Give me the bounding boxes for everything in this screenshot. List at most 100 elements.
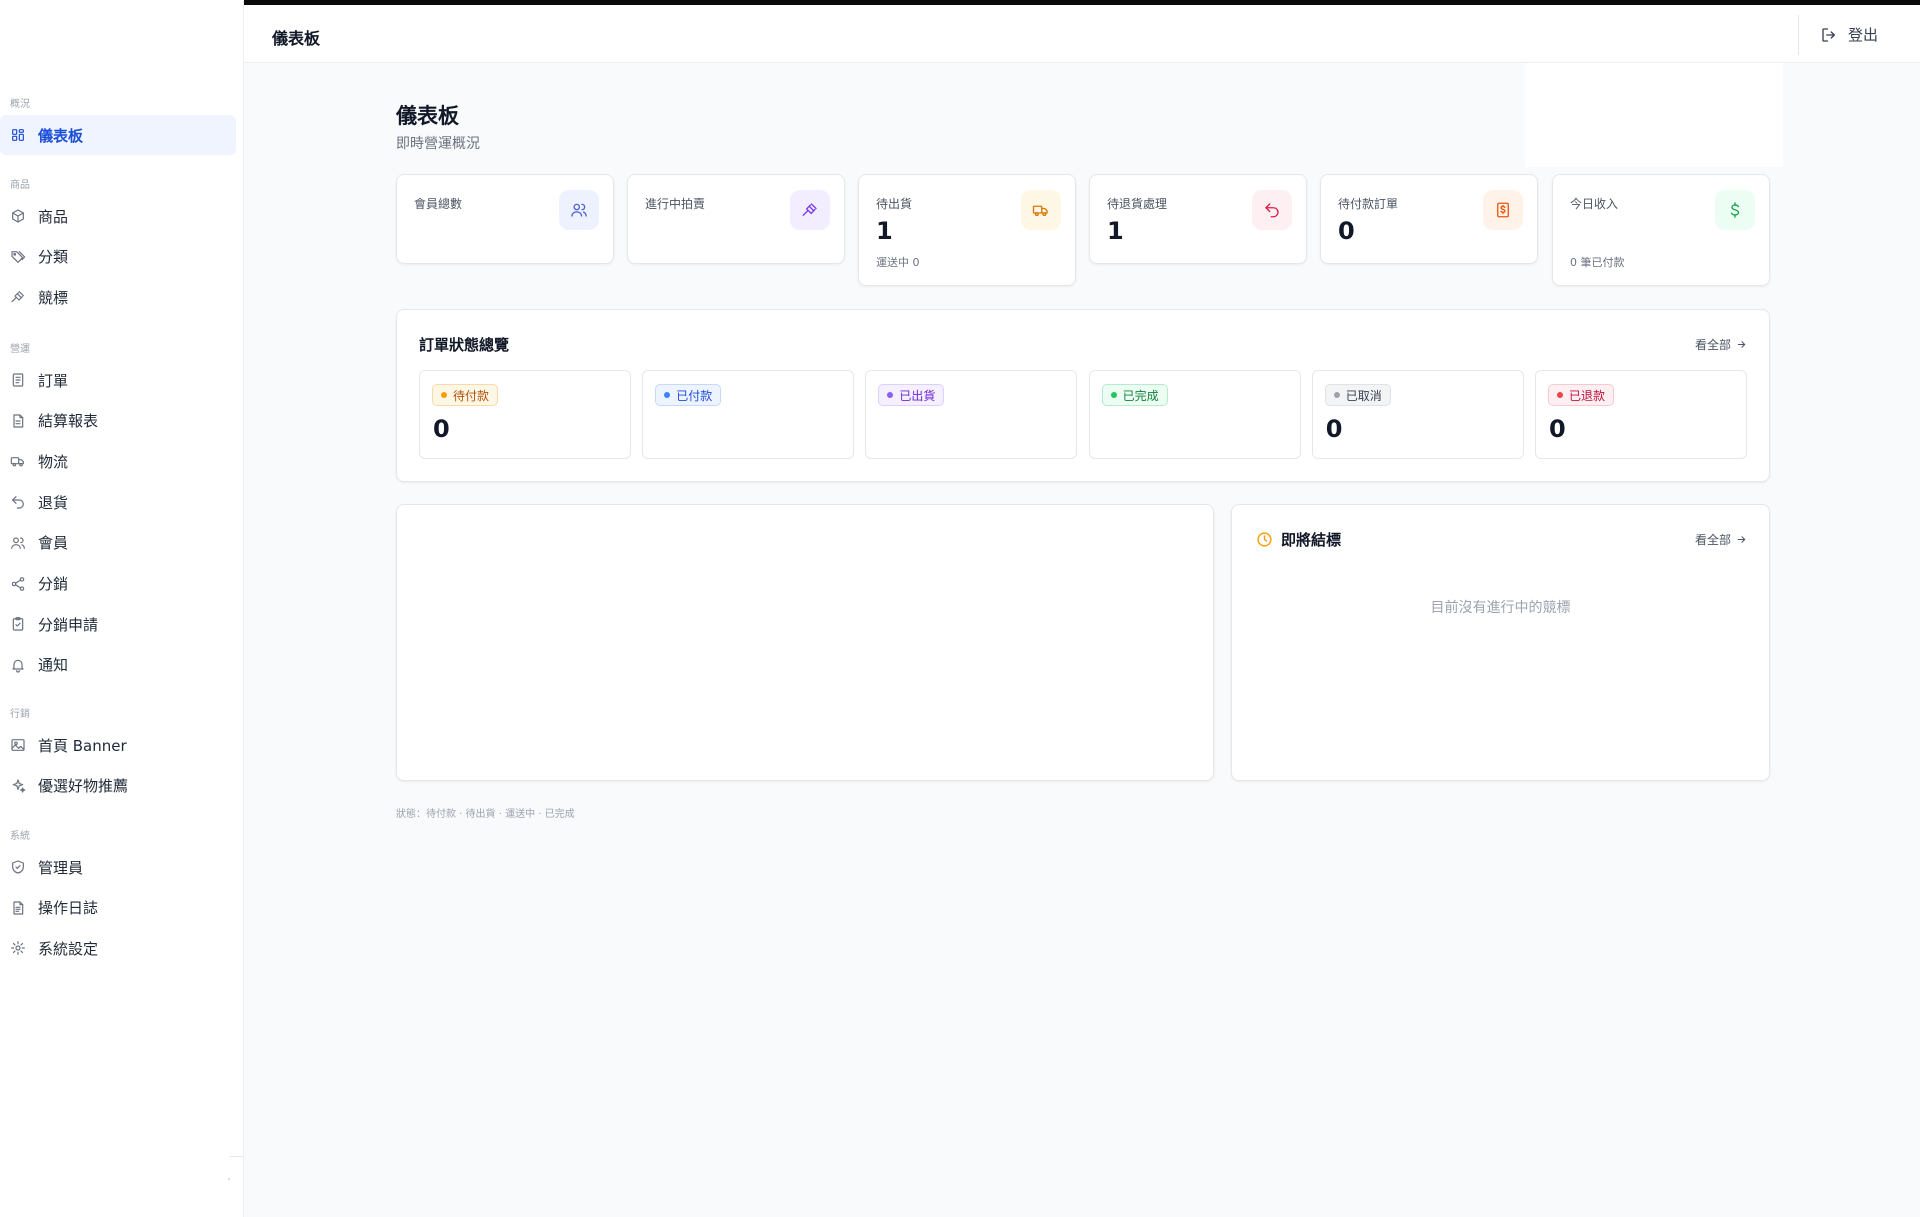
sidebar-item-label: 系統設定: [38, 939, 99, 958]
order-status-card[interactable]: 待付款 0: [419, 370, 631, 459]
status-dot: [1110, 392, 1117, 398]
order-status-card[interactable]: 已取消 0: [1311, 370, 1524, 459]
sidebar-section-title: 系統: [10, 831, 30, 842]
sidebar-item-log[interactable]: 操作日誌: [0, 888, 236, 928]
sidebar-item-dashboard-grid[interactable]: 儀表板: [0, 115, 236, 155]
sidebar-item-label: 退貨: [38, 493, 69, 512]
empty-panel: [396, 504, 1214, 781]
gavel-icon: [802, 203, 817, 216]
stat-label: 待退貨處理: [1107, 197, 1168, 211]
sidebar-item-label: 分類: [38, 248, 69, 267]
dashboard-grid-icon: [12, 129, 24, 141]
status-dot: [887, 392, 894, 398]
sidebar-item-share[interactable]: 分銷: [0, 564, 236, 604]
stat-value: 1: [1107, 217, 1124, 245]
report-icon: [13, 414, 24, 428]
stat-label: 今日收入: [1570, 197, 1619, 211]
sidebar-item-shield[interactable]: 管理員: [0, 847, 236, 887]
stat-icon-badge: [1483, 190, 1523, 230]
empty-state-message: 目前沒有進行中的競標: [1430, 600, 1571, 616]
header-divider: [1798, 15, 1799, 55]
sidebar-item-report[interactable]: 結算報表: [0, 401, 236, 441]
order-status-card[interactable]: 已出貨: [865, 370, 1078, 459]
order-status-card[interactable]: 已退款 0: [1535, 370, 1747, 459]
sidebar-item-label: 分銷申請: [38, 615, 99, 634]
overlay-panel: [1525, 63, 1783, 167]
sidebar-item-label: 結算報表: [38, 412, 99, 431]
sidebar-item-users[interactable]: 會員: [0, 523, 236, 563]
sidebar-item-gear[interactable]: 系統設定: [0, 928, 236, 968]
log-icon: [13, 901, 24, 915]
ending-soon-panel: 即將結標 看全部 目前沒有進行中的競標: [1231, 504, 1770, 781]
sidebar-item-tags[interactable]: 分類: [0, 237, 236, 277]
users-icon: [571, 203, 587, 217]
ending-soon-label: 即將結標: [1281, 531, 1342, 549]
arrow-right-icon: [1737, 536, 1746, 543]
status-dot: [1333, 392, 1340, 398]
sidebar-item-truck[interactable]: 物流: [0, 441, 236, 481]
sidebar-item-label: 物流: [38, 452, 69, 471]
stat-subtext: 0 筆已付款: [1570, 256, 1625, 269]
ending-soon-title: 即將結標: [1256, 529, 1341, 550]
sparkles-icon: [12, 779, 26, 793]
sidebar-item-image[interactable]: 首頁 Banner: [0, 725, 236, 765]
stat-card[interactable]: 進行中拍賣: [627, 174, 845, 264]
share-icon: [11, 576, 25, 591]
logout-label: 登出: [1848, 26, 1879, 44]
status-dot: [664, 392, 671, 398]
order-status-badge: 已出貨: [878, 384, 945, 406]
sidebar-item-box[interactable]: 商品: [0, 196, 236, 236]
bell-icon: [12, 659, 24, 673]
stat-card[interactable]: 待付款訂單 0: [1320, 174, 1538, 264]
status-label: 已退款: [1569, 388, 1606, 403]
gear-icon: [11, 941, 25, 956]
order-overview-see-all-link[interactable]: 看全部: [1695, 336, 1747, 353]
sidebar-footer-divider: [230, 1156, 244, 1157]
arrow-right-icon: [1737, 341, 1746, 348]
sidebar-section-title: 概況: [10, 99, 30, 110]
ending-soon-see-all-link[interactable]: 看全部: [1695, 531, 1747, 548]
stat-icon-badge: [1715, 190, 1755, 230]
sidebar-item-label: 商品: [38, 207, 69, 226]
sidebar-item-sparkles[interactable]: 優選好物推薦: [0, 766, 236, 806]
stat-icon-badge: [1021, 190, 1061, 230]
stat-card[interactable]: 今日收入 0 筆已付款: [1552, 174, 1770, 286]
truck-icon: [1032, 205, 1048, 217]
sidebar-section-title: 商品: [10, 180, 30, 191]
sidebar-item-label: 首頁 Banner: [38, 736, 127, 755]
stat-card[interactable]: 待出貨 1 運送中 0: [858, 174, 1076, 286]
order-status-card[interactable]: 已完成: [1088, 370, 1301, 459]
header-title: 儀表板: [272, 29, 321, 48]
status-count: 0: [433, 415, 450, 443]
page-title: 儀表板: [396, 104, 459, 128]
stat-icon-badge: [790, 190, 830, 230]
sidebar-item-clipboard-check[interactable]: 分銷申請: [0, 604, 236, 644]
sidebar-collapse-handle[interactable]: [228, 1178, 230, 1180]
sidebar-item-label: 會員: [38, 534, 69, 553]
stat-subtext: 運送中 0: [876, 256, 920, 269]
users-icon: [11, 537, 25, 549]
order-status-badge: 已付款: [655, 384, 722, 406]
stat-card[interactable]: 會員總數: [396, 174, 614, 264]
sidebar-item-gavel[interactable]: 競標: [0, 277, 236, 317]
clipboard-check-icon: [12, 617, 24, 631]
status-dot: [1557, 392, 1563, 398]
sidebar: 概況 儀表板 商品 商品 分類 競標 營運 訂單 結算報表 物流 退貨 會員 分銷 分銷申請 通知 行銷 首頁 …: [0, 0, 244, 1217]
sidebar-item-undo[interactable]: 退貨: [0, 482, 236, 522]
order-status-card[interactable]: 已付款: [642, 370, 855, 459]
stat-label: 待付款訂單: [1338, 197, 1399, 211]
stat-icon-badge: [1252, 190, 1292, 230]
sidebar-section-title: 行銷: [10, 709, 30, 720]
stat-card[interactable]: 待退貨處理 1: [1089, 174, 1307, 264]
sidebar-item-bell[interactable]: 通知: [0, 645, 236, 685]
stat-icon-badge: [559, 190, 599, 230]
sidebar-item-label: 操作日誌: [38, 899, 99, 918]
status-label: 已付款: [676, 388, 713, 403]
sidebar-item-receipt[interactable]: 訂單: [0, 360, 236, 400]
status-count: 0: [1549, 415, 1566, 443]
status-label: 已取消: [1345, 388, 1382, 403]
logout-button[interactable]: 登出: [1820, 24, 1878, 45]
order-status-badge: 已完成: [1101, 384, 1168, 406]
status-count: 0: [1325, 415, 1343, 443]
see-all-label: 看全部: [1694, 338, 1731, 352]
